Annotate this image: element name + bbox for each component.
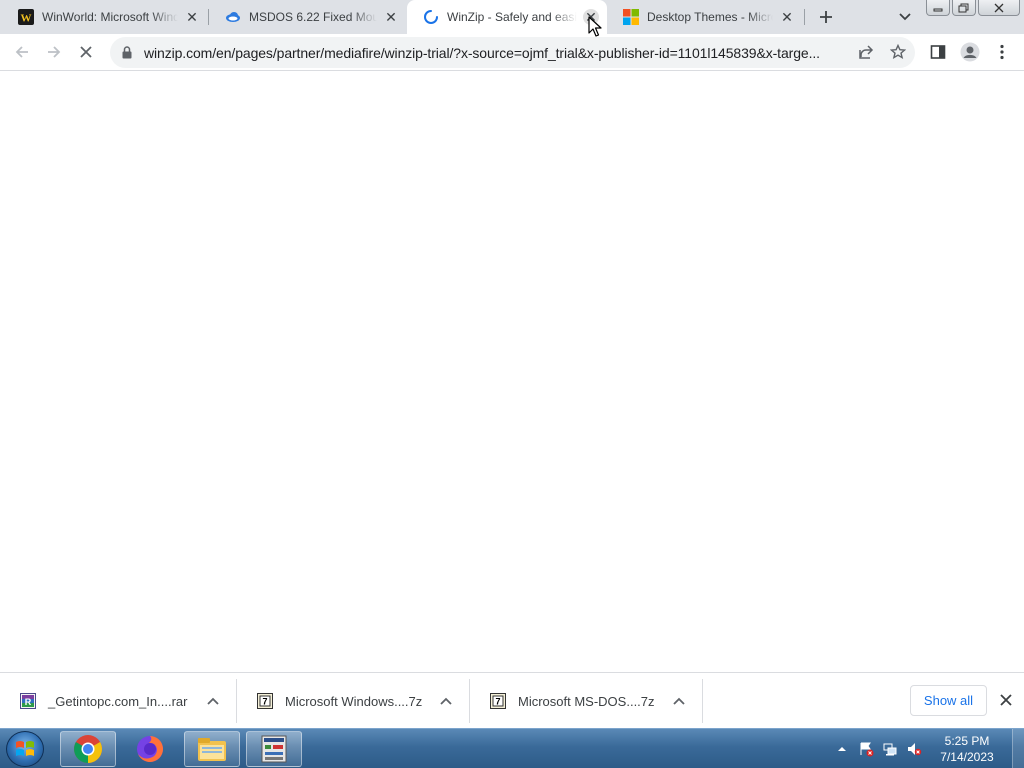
chevron-up-icon[interactable] bbox=[670, 692, 688, 710]
tab-search-button[interactable] bbox=[896, 8, 914, 26]
tab-title: WinWorld: Microsoft Windows bbox=[42, 10, 178, 24]
divider bbox=[702, 679, 703, 723]
side-panel-icon bbox=[930, 45, 946, 59]
loading-spinner-icon bbox=[423, 9, 439, 25]
cloud-icon bbox=[225, 9, 241, 25]
close-tab-icon[interactable]: ✕ bbox=[779, 9, 795, 25]
chevron-up-icon[interactable] bbox=[437, 692, 455, 710]
new-tab-button[interactable] bbox=[814, 5, 838, 29]
file-explorer-icon bbox=[198, 738, 226, 761]
download-item[interactable]: 7 Microsoft Windows....7z bbox=[237, 679, 469, 723]
download-item[interactable]: 7 Microsoft MS-DOS....7z bbox=[470, 679, 702, 723]
browser-toolbar: winzip.com/en/pages/partner/mediafire/wi… bbox=[0, 34, 1024, 71]
tab-title: MSDOS 6.22 Fixed Mouse bbox=[249, 10, 377, 24]
tab-title: WinZip - Safely and easily bbox=[447, 10, 577, 24]
volume-muted-icon[interactable] bbox=[905, 740, 923, 758]
window-controls bbox=[926, 0, 1020, 16]
url-text[interactable]: winzip.com/en/pages/partner/mediafire/wi… bbox=[144, 45, 844, 61]
close-icon bbox=[1000, 694, 1012, 706]
minimize-icon bbox=[933, 8, 943, 11]
action-center-icon[interactable] bbox=[857, 740, 875, 758]
tab-title: Desktop Themes - Microsoft bbox=[647, 10, 773, 24]
browser-window: W WinWorld: Microsoft Windows ✕ MSDOS 6.… bbox=[0, 0, 1024, 768]
7z-file-icon: 7 bbox=[490, 693, 506, 709]
winworld-icon: W bbox=[18, 9, 34, 25]
close-tab-icon[interactable]: ✕ bbox=[184, 9, 200, 25]
chevron-up-icon[interactable] bbox=[204, 692, 222, 710]
lock-icon[interactable] bbox=[120, 46, 134, 60]
microsoft-icon bbox=[623, 9, 639, 25]
download-filename: Microsoft MS-DOS....7z bbox=[518, 693, 655, 709]
profile-button[interactable] bbox=[958, 40, 982, 64]
chevron-up-icon bbox=[838, 747, 846, 751]
tab-separator bbox=[804, 9, 805, 25]
show-desktop-button[interactable] bbox=[1012, 729, 1024, 768]
tab-winworld[interactable]: W WinWorld: Microsoft Windows ✕ bbox=[2, 0, 208, 34]
download-filename: _Getintopc.com_In....rar bbox=[48, 693, 188, 709]
close-icon bbox=[80, 46, 92, 58]
back-button[interactable] bbox=[10, 40, 34, 64]
svg-text:7: 7 bbox=[262, 697, 267, 707]
forward-button[interactable] bbox=[42, 40, 66, 64]
tab-desktop-themes[interactable]: Desktop Themes - Microsoft ✕ bbox=[607, 0, 803, 34]
download-filename: Microsoft Windows....7z bbox=[285, 693, 423, 709]
tab-winzip[interactable]: WinZip - Safely and easily ✕ bbox=[407, 0, 607, 34]
show-all-button[interactable]: Show all bbox=[910, 685, 987, 716]
clock-date: 7/14/2023 bbox=[940, 750, 994, 764]
svg-text:7: 7 bbox=[495, 697, 500, 707]
more-vert-icon bbox=[1000, 44, 1004, 60]
download-shelf: R _Getintopc.com_In....rar 7 Microsoft W… bbox=[0, 672, 1024, 728]
bookmark-button[interactable] bbox=[887, 41, 909, 63]
download-item[interactable]: R _Getintopc.com_In....rar bbox=[0, 679, 236, 723]
taskbar-firefox[interactable] bbox=[122, 731, 178, 767]
close-icon bbox=[994, 3, 1004, 12]
close-shelf-button[interactable] bbox=[996, 690, 1016, 710]
tab-strip: W WinWorld: Microsoft Windows ✕ MSDOS 6.… bbox=[0, 0, 1024, 34]
minimize-button[interactable] bbox=[926, 0, 950, 16]
arrow-left-icon bbox=[15, 46, 28, 58]
window-close-button[interactable] bbox=[978, 0, 1020, 16]
restore-icon bbox=[958, 3, 969, 12]
plus-icon bbox=[820, 11, 832, 23]
taskbar-control-panel[interactable] bbox=[246, 731, 302, 767]
page-content bbox=[0, 71, 1024, 672]
share-icon bbox=[859, 45, 874, 59]
side-panel-button[interactable] bbox=[926, 40, 950, 64]
maximize-button[interactable] bbox=[952, 0, 976, 16]
star-icon bbox=[890, 44, 906, 60]
taskbar-chrome[interactable] bbox=[60, 731, 116, 767]
control-panel-icon bbox=[261, 735, 287, 763]
address-bar[interactable]: winzip.com/en/pages/partner/mediafire/wi… bbox=[110, 37, 915, 68]
windows-logo-icon bbox=[16, 741, 34, 756]
arrow-right-icon bbox=[48, 46, 61, 58]
firefox-icon bbox=[137, 736, 163, 762]
rar-file-icon: R bbox=[20, 693, 36, 709]
taskbar-file-explorer[interactable] bbox=[184, 731, 240, 767]
chrome-icon bbox=[74, 735, 102, 763]
chevron-down-icon bbox=[899, 13, 911, 21]
7z-file-icon: 7 bbox=[257, 693, 273, 709]
stop-loading-button[interactable] bbox=[74, 40, 98, 64]
network-icon[interactable] bbox=[881, 740, 899, 758]
svg-text:R: R bbox=[25, 697, 32, 707]
start-button[interactable] bbox=[6, 731, 44, 767]
clock-time: 5:25 PM bbox=[944, 734, 990, 748]
tab-msdos[interactable]: MSDOS 6.22 Fixed Mouse ✕ bbox=[209, 0, 407, 34]
show-hidden-icons-button[interactable] bbox=[833, 740, 851, 758]
close-tab-icon[interactable]: ✕ bbox=[383, 9, 399, 25]
share-button[interactable] bbox=[855, 41, 877, 63]
menu-button[interactable] bbox=[990, 40, 1014, 64]
taskbar: 5:25 PM 7/14/2023 bbox=[0, 728, 1024, 768]
svg-text:W: W bbox=[21, 13, 32, 25]
system-tray: 5:25 PM 7/14/2023 bbox=[830, 729, 1024, 768]
avatar-icon bbox=[960, 42, 980, 62]
mouse-cursor-icon bbox=[588, 16, 602, 37]
clock[interactable]: 5:25 PM 7/14/2023 bbox=[932, 733, 1002, 765]
